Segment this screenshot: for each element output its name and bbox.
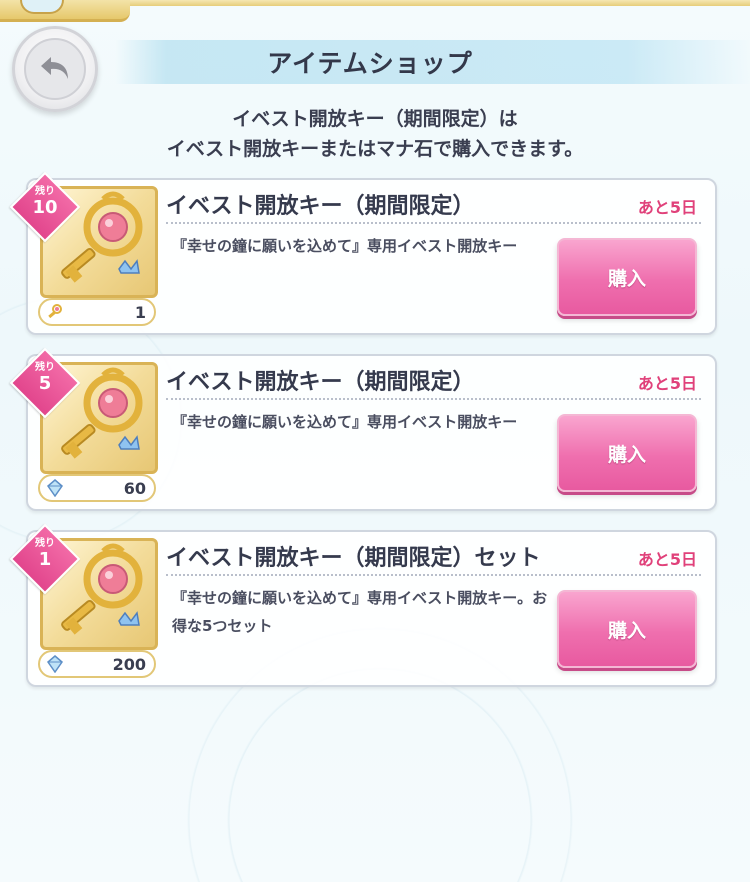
remaining-count: 1 xyxy=(38,549,52,570)
divider xyxy=(166,398,701,400)
buy-button[interactable]: 購入 xyxy=(557,590,697,668)
remaining-badge-text: 残り 1 xyxy=(24,538,66,570)
remaining-count: 5 xyxy=(38,373,52,394)
item-title: イベスト開放キー（期間限定）セット xyxy=(166,546,541,571)
cost-value: 1 xyxy=(134,302,146,322)
days-left-label: あと5日 xyxy=(637,550,697,569)
title-bar: アイテムショップ xyxy=(115,40,750,84)
top-frame-ornament xyxy=(0,0,130,22)
back-button[interactable] xyxy=(12,26,98,112)
mana-stone-icon xyxy=(46,479,64,497)
buy-button[interactable]: 購入 xyxy=(557,238,697,316)
event-key-icon xyxy=(48,304,62,319)
page-title: アイテムショップ xyxy=(267,49,473,78)
cost-value: 60 xyxy=(123,478,146,498)
shop-notice: イベスト開放キー（期間限定）は イベスト開放キーまたはマナ石で購入できます。 xyxy=(0,104,750,164)
shop-item-card: 残り 1 200 イベスト開放キー（期間限定）セット あと5日 『幸せの鐘に願い… xyxy=(9,523,717,687)
cost-value: 200 xyxy=(112,654,146,674)
item-description: 『幸せの鐘に願いを込めて』専用イベスト開放キー xyxy=(172,237,518,255)
top-frame-border xyxy=(130,0,750,6)
item-cost: 1 xyxy=(38,298,156,326)
shop-item-card: 残り 10 1 イベスト開放キー（期間限定） あと5日 『幸せの鐘に願いを込めて… xyxy=(9,171,717,335)
remaining-count: 10 xyxy=(32,197,58,218)
item-title: イベスト開放キー（期間限定） xyxy=(166,194,475,219)
item-cost: 200 xyxy=(38,650,156,678)
item-description: 『幸せの鐘に願いを込めて』専用イベスト開放キー。お得な5つセット xyxy=(172,589,548,635)
shop-item-card: 残り 5 60 イベスト開放キー（期間限定） あと5日 『幸せの鐘に願いを込めて… xyxy=(9,347,717,511)
back-arrow-icon xyxy=(41,57,68,79)
divider xyxy=(166,222,701,224)
notice-line-1: イベスト開放キー（期間限定）は xyxy=(232,108,518,130)
remaining-badge-text: 残り 5 xyxy=(24,362,66,394)
mana-stone-icon xyxy=(46,655,64,673)
days-left-label: あと5日 xyxy=(637,198,697,217)
buy-button[interactable]: 購入 xyxy=(557,414,697,492)
item-description: 『幸せの鐘に願いを込めて』専用イベスト開放キー xyxy=(172,413,518,431)
divider xyxy=(166,574,701,576)
item-cost: 60 xyxy=(38,474,156,502)
days-left-label: あと5日 xyxy=(637,374,697,393)
back-button-inner xyxy=(24,38,86,100)
item-title: イベスト開放キー（期間限定） xyxy=(166,370,475,395)
notice-line-2: イベスト開放キーまたはマナ石で購入できます。 xyxy=(166,138,584,160)
remaining-badge-text: 残り 10 xyxy=(24,186,66,218)
